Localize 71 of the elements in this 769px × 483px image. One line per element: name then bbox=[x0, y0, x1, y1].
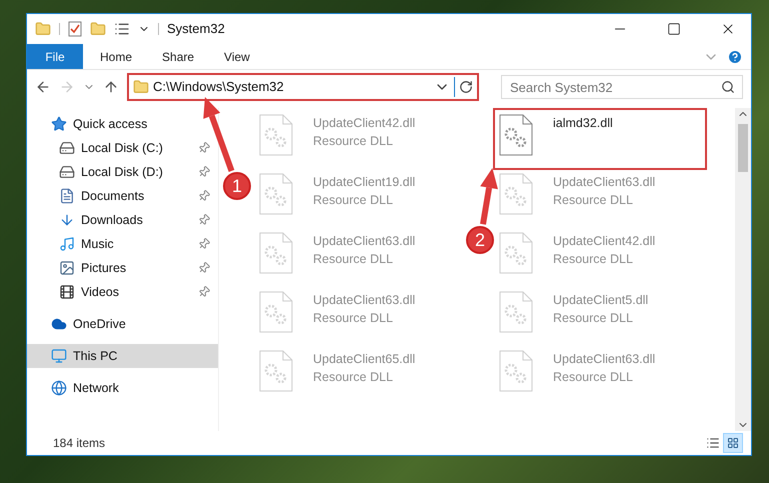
gear-document-icon bbox=[499, 114, 533, 156]
ribbon-tab[interactable]: Home bbox=[87, 44, 146, 69]
sidebar-item[interactable]: Local Disk (D:) bbox=[27, 160, 218, 184]
file-name: UpdateClient63.dll bbox=[313, 292, 416, 309]
search-field[interactable]: Search System32 bbox=[501, 75, 743, 99]
address-path: C:\Windows\System32 bbox=[153, 78, 285, 96]
file-name: ialmd32.dll bbox=[553, 115, 613, 132]
drive-icon bbox=[59, 164, 75, 180]
gear-document-icon bbox=[259, 350, 293, 392]
ribbon-tab[interactable]: View bbox=[211, 44, 263, 69]
file-name: UpdateClient65.dll bbox=[313, 351, 416, 368]
ribbon-tab[interactable]: Share bbox=[149, 44, 208, 69]
file-name: UpdateClient63.dll bbox=[553, 351, 656, 368]
refresh-icon[interactable] bbox=[459, 80, 473, 94]
window-title: System32 bbox=[167, 20, 225, 38]
gear-document-icon bbox=[259, 114, 293, 156]
file-name: UpdateClient42.dll bbox=[553, 233, 656, 250]
sidebar-item[interactable]: Videos bbox=[27, 280, 218, 304]
document-icon bbox=[59, 188, 75, 204]
file-name: UpdateClient63.dll bbox=[553, 174, 656, 191]
address-bar[interactable]: C:\Windows\System32 bbox=[127, 73, 479, 101]
film-icon bbox=[59, 284, 75, 300]
download-icon bbox=[59, 212, 75, 228]
sidebar-item[interactable]: This PC bbox=[27, 344, 218, 368]
help-icon[interactable] bbox=[727, 48, 743, 64]
vertical-scrollbar[interactable] bbox=[735, 108, 751, 431]
maximize-icon[interactable] bbox=[667, 22, 681, 36]
sidebar-item[interactable]: Network bbox=[27, 376, 218, 400]
globe-icon bbox=[51, 380, 67, 396]
sidebar-item[interactable]: Pictures bbox=[27, 256, 218, 280]
sidebar-item[interactable]: OneDrive bbox=[27, 312, 218, 336]
file-item[interactable]: ialmd32.dll bbox=[495, 110, 705, 168]
gear-document-icon bbox=[499, 173, 533, 215]
file-type: Resource DLL bbox=[313, 310, 394, 327]
picture-icon bbox=[59, 260, 75, 276]
gear-document-icon bbox=[499, 232, 533, 274]
file-tab[interactable]: File bbox=[27, 44, 83, 69]
file-type: Resource DLL bbox=[313, 133, 394, 150]
file-type: Resource DLL bbox=[313, 192, 394, 209]
sidebar-item[interactable]: Local Disk (C:) bbox=[27, 136, 218, 160]
gear-document-icon bbox=[259, 291, 293, 333]
file-type: Resource DLL bbox=[313, 251, 394, 268]
gear-document-icon bbox=[259, 232, 293, 274]
sidebar-item[interactable]: Downloads bbox=[27, 208, 218, 232]
sidebar-item[interactable]: Documents bbox=[27, 184, 218, 208]
properties-icon[interactable] bbox=[114, 21, 130, 37]
file-name: UpdateClient42.dll bbox=[313, 115, 416, 132]
folder-icon bbox=[133, 79, 149, 95]
drive-icon bbox=[59, 140, 75, 156]
file-name: UpdateClient63.dll bbox=[313, 233, 416, 250]
file-type: Resource DLL bbox=[553, 369, 634, 386]
cloud-icon bbox=[51, 316, 67, 332]
checklist-icon[interactable] bbox=[68, 21, 82, 37]
scrollbar-thumb[interactable] bbox=[738, 124, 748, 172]
sidebar-item[interactable]: Music bbox=[27, 232, 218, 256]
file-name: UpdateClient19.dll bbox=[313, 174, 416, 191]
sidebar-item[interactable]: Quick access bbox=[27, 112, 218, 136]
gear-document-icon bbox=[259, 173, 293, 215]
gear-document-icon bbox=[499, 291, 533, 333]
large-icons-view-icon[interactable] bbox=[723, 433, 743, 453]
file-type: Resource DLL bbox=[313, 369, 394, 386]
item-count: 184 items bbox=[53, 435, 106, 452]
music-note-icon bbox=[59, 236, 75, 252]
star-icon bbox=[51, 116, 67, 132]
file-name: UpdateClient5.dll bbox=[553, 292, 648, 309]
gear-document-icon bbox=[499, 350, 533, 392]
file-type: Resource DLL bbox=[553, 251, 634, 268]
search-icon bbox=[721, 80, 735, 94]
monitor-icon bbox=[51, 348, 67, 364]
file-type: Resource DLL bbox=[553, 310, 634, 327]
file-type: Resource DLL bbox=[553, 192, 634, 209]
